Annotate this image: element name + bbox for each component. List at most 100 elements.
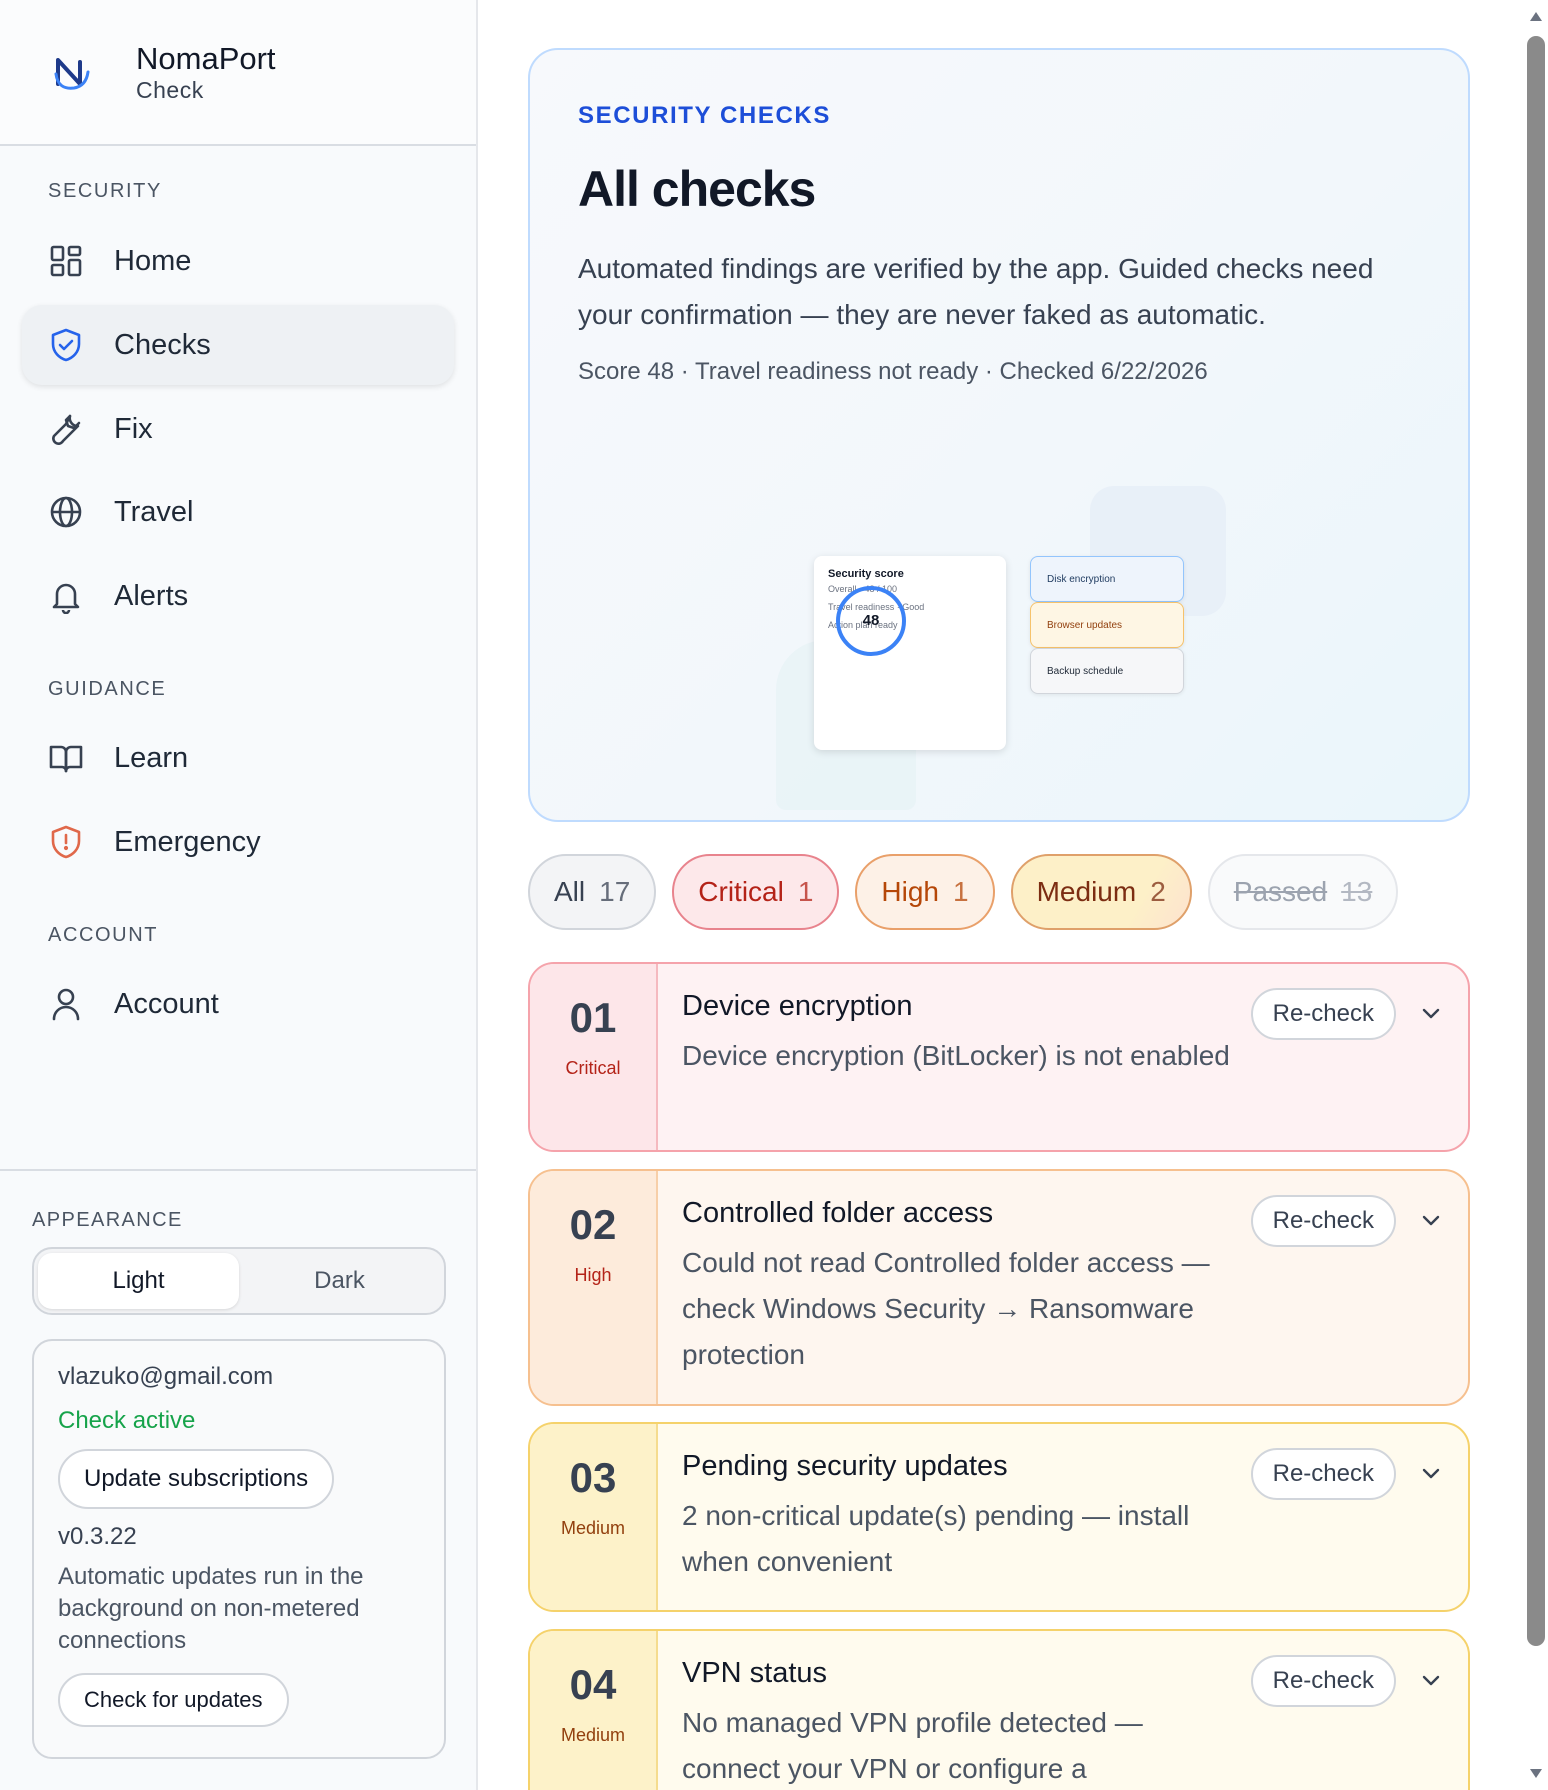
finding-body: VPN status No managed VPN profile detect… bbox=[682, 1657, 1242, 1790]
sidebar-item-fix[interactable]: Fix bbox=[22, 389, 454, 469]
hero-illustration: Security score Overall · 48 / 100 Travel… bbox=[530, 430, 1468, 820]
grid-icon bbox=[48, 243, 84, 279]
recheck-button[interactable]: Re-check bbox=[1250, 1448, 1396, 1500]
brand-header: NomaPort Check bbox=[0, 0, 476, 146]
finding-description: No managed VPN profile detected — connec… bbox=[682, 1707, 1143, 1784]
finding-title: VPN status bbox=[682, 1657, 828, 1689]
scrollbar-thumb[interactable] bbox=[1527, 36, 1545, 1646]
sidebar-item-label: Fix bbox=[114, 412, 153, 445]
finding-number: 01 bbox=[569, 994, 617, 1041]
brand-subtitle: Check bbox=[136, 77, 204, 104]
sidebar-item-label: Checks bbox=[114, 328, 211, 361]
filter-count: 1 bbox=[797, 876, 814, 907]
wrench-icon bbox=[48, 411, 84, 447]
filter-count: 13 bbox=[1341, 876, 1373, 907]
filter-medium[interactable]: Medium 2 bbox=[1010, 854, 1192, 930]
account-card: vlazuko@gmail.com Check active Update su… bbox=[32, 1339, 446, 1759]
chevron-down-icon[interactable] bbox=[1420, 1462, 1442, 1484]
chevron-down-icon[interactable] bbox=[1420, 1669, 1442, 1691]
finding-number: 02 bbox=[569, 1201, 617, 1248]
finding-card: 04 Medium VPN status No managed VPN prof… bbox=[528, 1629, 1470, 1790]
finding-side: 04 Medium bbox=[530, 1631, 658, 1790]
update-note: Automatic updates run in the background … bbox=[58, 1563, 364, 1654]
sidebar-item-home[interactable]: Home bbox=[22, 221, 454, 301]
mini-chip: Browser updates bbox=[1030, 602, 1184, 648]
finding-body: Device encryption Device encryption (Bit… bbox=[682, 990, 1242, 1079]
filter-count: 1 bbox=[953, 876, 969, 907]
account-email: vlazuko@gmail.com bbox=[58, 1363, 274, 1390]
account-status: Check active bbox=[58, 1407, 196, 1434]
update-subscriptions-button[interactable]: Update subscriptions bbox=[58, 1449, 335, 1509]
shield-check-icon bbox=[48, 327, 84, 363]
hero-description: Automated findings are verified by the a… bbox=[578, 253, 1374, 330]
finding-number: 04 bbox=[569, 1661, 617, 1708]
globe-icon bbox=[48, 494, 84, 530]
filter-high[interactable]: High 1 bbox=[855, 854, 995, 930]
sidebar-item-label: Home bbox=[114, 244, 192, 277]
brand-name: NomaPort bbox=[136, 40, 276, 76]
chevron-down-icon[interactable] bbox=[1420, 1002, 1442, 1024]
main-content: SECURITY CHECKS All checks Automated fin… bbox=[478, 0, 1524, 1790]
mini-score-value: 48 bbox=[862, 612, 880, 629]
user-icon bbox=[48, 986, 84, 1022]
check-for-updates-button[interactable]: Check for updates bbox=[58, 1673, 289, 1727]
filter-count: 17 bbox=[599, 876, 631, 907]
severity-badge: Critical bbox=[565, 1058, 621, 1078]
finding-number: 03 bbox=[569, 1454, 617, 1501]
hero-card: SECURITY CHECKS All checks Automated fin… bbox=[528, 48, 1470, 822]
scroll-up-arrow-icon[interactable] bbox=[1528, 10, 1544, 22]
finding-title: Device encryption bbox=[682, 990, 913, 1022]
hero-eyebrow: SECURITY CHECKS bbox=[578, 102, 831, 129]
finding-side: 01 Critical bbox=[530, 964, 658, 1150]
sidebar-item-label: Alerts bbox=[114, 579, 189, 612]
finding-title: Pending security updates bbox=[682, 1450, 1008, 1482]
filter-bar: All 17 Critical 1 High 1 Medium 2 Passed… bbox=[528, 854, 1399, 930]
chevron-down-icon[interactable] bbox=[1420, 1209, 1442, 1231]
bell-icon bbox=[48, 578, 84, 615]
hero-meta: Score 48 · Travel readiness not ready · … bbox=[578, 358, 1208, 385]
sidebar-item-learn[interactable]: Learn bbox=[22, 718, 454, 798]
book-icon bbox=[48, 740, 84, 776]
theme-dark-option[interactable]: Dark bbox=[239, 1253, 440, 1309]
sidebar-item-emergency[interactable]: Emergency bbox=[22, 802, 454, 882]
finding-side: 02 High bbox=[530, 1171, 658, 1404]
finding-card: 01 Critical Device encryption Device enc… bbox=[528, 962, 1470, 1152]
finding-title: Controlled folder access bbox=[682, 1197, 994, 1229]
filter-label: Critical bbox=[698, 876, 784, 907]
nav-section-guidance: GUIDANCE bbox=[48, 678, 167, 700]
finding-description: Could not read Controlled folder access … bbox=[682, 1247, 1210, 1370]
filter-critical[interactable]: Critical 1 bbox=[672, 854, 840, 930]
finding-description: Device encryption (BitLocker) is not ena… bbox=[682, 1040, 1230, 1071]
severity-badge: High bbox=[574, 1265, 612, 1285]
theme-light-option[interactable]: Light bbox=[38, 1253, 239, 1309]
filter-label: Medium bbox=[1036, 876, 1137, 907]
scroll-down-arrow-icon[interactable] bbox=[1528, 1768, 1544, 1780]
finding-side: 03 Medium bbox=[530, 1424, 658, 1610]
mini-chip: Disk encryption bbox=[1030, 556, 1184, 602]
theme-toggle: Light Dark bbox=[32, 1247, 446, 1315]
sidebar-item-account[interactable]: Account bbox=[22, 964, 454, 1044]
finding-card: 02 High Controlled folder access Could n… bbox=[528, 1169, 1470, 1406]
sidebar-item-label: Emergency bbox=[114, 825, 261, 858]
recheck-button[interactable]: Re-check bbox=[1250, 1655, 1396, 1707]
page-title: All checks bbox=[578, 161, 816, 217]
recheck-button[interactable]: Re-check bbox=[1250, 988, 1396, 1040]
filter-all[interactable]: All 17 bbox=[528, 854, 657, 930]
filter-passed[interactable]: Passed 13 bbox=[1207, 854, 1399, 930]
sidebar-item-label: Account bbox=[114, 987, 219, 1020]
sidebar-bottom: APPEARANCE Light Dark vlazuko@gmail.com … bbox=[0, 1169, 476, 1790]
severity-badge: Medium bbox=[560, 1518, 626, 1538]
mini-chip: Backup schedule bbox=[1030, 648, 1184, 694]
finding-description: 2 non-critical update(s) pending — insta… bbox=[682, 1500, 1190, 1577]
finding-card: 03 Medium Pending security updates 2 non… bbox=[528, 1422, 1470, 1612]
sidebar-item-travel[interactable]: Travel bbox=[22, 472, 454, 552]
app-version: v0.3.22 bbox=[58, 1523, 137, 1550]
recheck-button[interactable]: Re-check bbox=[1250, 1195, 1396, 1247]
scrollbar[interactable] bbox=[1524, 0, 1548, 1790]
nav-section-account: ACCOUNT bbox=[48, 924, 159, 946]
sidebar-item-alerts[interactable]: Alerts bbox=[22, 556, 454, 636]
filter-count: 2 bbox=[1150, 876, 1166, 907]
sidebar-item-label: Travel bbox=[114, 495, 194, 528]
sidebar-item-label: Learn bbox=[114, 741, 189, 774]
sidebar-item-checks[interactable]: Checks bbox=[22, 305, 454, 385]
